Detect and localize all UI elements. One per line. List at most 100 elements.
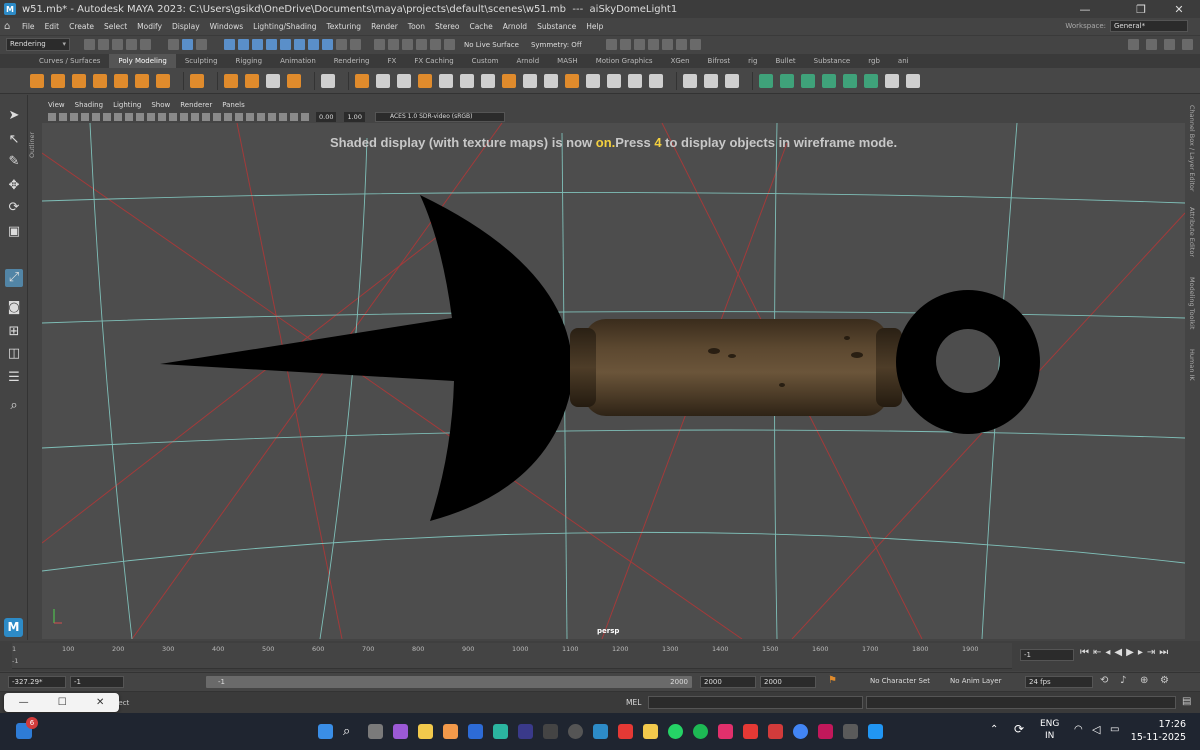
tool-settings-icon[interactable]: [1182, 39, 1193, 50]
mask-all-icon[interactable]: [224, 39, 235, 50]
snap-point-icon[interactable]: [402, 39, 413, 50]
poly-sphere-icon[interactable]: [30, 73, 44, 88]
step-back-frame-icon[interactable]: ◂: [1105, 647, 1110, 658]
select-object-icon[interactable]: [182, 39, 193, 50]
separate-icon[interactable]: [376, 73, 390, 88]
menu-texturing[interactable]: Texturing: [326, 22, 361, 31]
color-space-dropdown[interactable]: ACES 1.0 SDR-video (sRGB): [374, 111, 505, 122]
circularize-icon[interactable]: [864, 73, 878, 88]
workspace-dropdown[interactable]: General*: [1110, 20, 1188, 32]
append-icon[interactable]: [649, 73, 663, 88]
poly-cone-icon[interactable]: [93, 73, 107, 88]
hypershade-icon[interactable]: [661, 39, 673, 50]
app-grey-icon[interactable]: [843, 724, 858, 739]
poly-type-icon[interactable]: [266, 73, 280, 88]
collapse-icon[interactable]: [885, 73, 899, 88]
triangulate-icon[interactable]: [586, 73, 600, 88]
steam-icon[interactable]: [543, 724, 558, 739]
shelf-tab-mash[interactable]: MASH: [548, 54, 587, 68]
playback-end-field[interactable]: 2000: [760, 676, 816, 688]
xray-icon[interactable]: [235, 112, 243, 121]
fill-hole-icon[interactable]: [502, 73, 516, 88]
anti-aliasing-icon[interactable]: [279, 112, 287, 121]
fps-dropdown[interactable]: 24 fps: [1025, 676, 1093, 688]
clock[interactable]: 17:26 15-11-2025: [1131, 718, 1186, 744]
shelf-tab-bullet[interactable]: Bullet: [766, 54, 804, 68]
panel-menu-renderer[interactable]: Renderer: [180, 101, 212, 109]
undo-icon[interactable]: [126, 39, 137, 50]
poly-torus-icon[interactable]: [114, 73, 128, 88]
range-slider[interactable]: -1 2000: [206, 676, 692, 688]
panel-menu-show[interactable]: Show: [151, 101, 170, 109]
textured-icon[interactable]: [202, 112, 210, 121]
motion-blur-icon[interactable]: [268, 112, 276, 121]
human-ik-tab[interactable]: Human IK: [1188, 349, 1196, 381]
search-icon[interactable]: ⌕: [5, 397, 23, 415]
menu-toon[interactable]: Toon: [408, 22, 425, 31]
sound-icon[interactable]: ♪: [1120, 675, 1126, 686]
snap-surface-icon[interactable]: [430, 39, 441, 50]
film-gate-icon[interactable]: [114, 112, 122, 121]
shelf-tab-sculpting[interactable]: Sculpting: [176, 54, 227, 68]
quadrangulate-icon[interactable]: [607, 73, 621, 88]
combine-icon[interactable]: [355, 73, 369, 88]
extract-icon[interactable]: [460, 73, 474, 88]
search-icon[interactable]: ⌕: [343, 724, 358, 739]
poly-cylinder-icon[interactable]: [72, 73, 86, 88]
mask-misc-icon[interactable]: [322, 39, 333, 50]
mask-markers-icon[interactable]: [294, 39, 305, 50]
render-settings-icon[interactable]: [647, 39, 659, 50]
menu-select[interactable]: Select: [104, 22, 127, 31]
extrude-icon[interactable]: [759, 73, 773, 88]
shelf-tab-bifrost[interactable]: Bifrost: [699, 54, 740, 68]
shelf-tab-rendering[interactable]: Rendering: [325, 54, 379, 68]
wedge-icon[interactable]: [843, 73, 857, 88]
language-indicator[interactable]: ENG IN: [1040, 718, 1059, 742]
redo-icon[interactable]: [140, 39, 151, 50]
connect-icon[interactable]: [725, 73, 739, 88]
home-icon[interactable]: ⌂: [4, 21, 16, 32]
menu-file[interactable]: File: [22, 22, 35, 31]
camera-attributes-icon[interactable]: [59, 112, 67, 121]
menu-set-dropdown[interactable]: Rendering: [6, 38, 70, 51]
merge-icon[interactable]: [906, 73, 920, 88]
anim-layer-dropdown[interactable]: No Anim Layer: [950, 677, 1001, 685]
start-time-field[interactable]: -1: [70, 676, 124, 688]
wifi-icon[interactable]: ◠: [1074, 724, 1083, 735]
spotify-icon[interactable]: [693, 724, 708, 739]
snap-curve-icon[interactable]: [388, 39, 399, 50]
isolate-select-icon[interactable]: [301, 112, 309, 121]
youtube-icon[interactable]: [618, 724, 633, 739]
ambient-occlusion-icon[interactable]: [257, 112, 265, 121]
shelf-tab-animation[interactable]: Animation: [271, 54, 325, 68]
target-weld-icon[interactable]: [704, 73, 718, 88]
app-pink-icon[interactable]: [818, 724, 833, 739]
kunai-blade[interactable]: [160, 195, 573, 521]
select-tool-icon[interactable]: ➤: [5, 107, 23, 125]
menu-create[interactable]: Create: [69, 22, 94, 31]
folder-icon[interactable]: [643, 724, 658, 739]
last-tool-icon[interactable]: ⤢: [5, 269, 23, 287]
step-back-key-icon[interactable]: ⇤: [1093, 647, 1101, 658]
go-to-start-icon[interactable]: ⏮: [1080, 647, 1089, 658]
retopologize-icon[interactable]: [565, 73, 579, 88]
shelf-tab-rgb[interactable]: rgb: [859, 54, 889, 68]
poly-disc-icon[interactable]: [156, 73, 170, 88]
safe-action-icon[interactable]: [158, 112, 166, 121]
image-plane-icon[interactable]: [81, 112, 89, 121]
menu-stereo[interactable]: Stereo: [435, 22, 459, 31]
substance-icon[interactable]: [743, 724, 758, 739]
menu-cache[interactable]: Cache: [469, 22, 492, 31]
minimize-button[interactable]: —: [1062, 0, 1108, 18]
menu-modify[interactable]: Modify: [137, 22, 162, 31]
platonic-solid-icon[interactable]: [190, 73, 204, 88]
grease-pencil-icon[interactable]: [92, 112, 100, 121]
shelf-tab-rigging[interactable]: Rigging: [227, 54, 272, 68]
four-view-layout-icon[interactable]: ⊞: [5, 323, 23, 341]
outliner-layout-icon[interactable]: ☰: [5, 369, 23, 387]
github-icon[interactable]: [568, 724, 583, 739]
snap-view-icon[interactable]: [416, 39, 427, 50]
smooth-shade-icon[interactable]: [180, 112, 188, 121]
crease-icon[interactable]: [628, 73, 642, 88]
save-scene-icon[interactable]: [112, 39, 123, 50]
